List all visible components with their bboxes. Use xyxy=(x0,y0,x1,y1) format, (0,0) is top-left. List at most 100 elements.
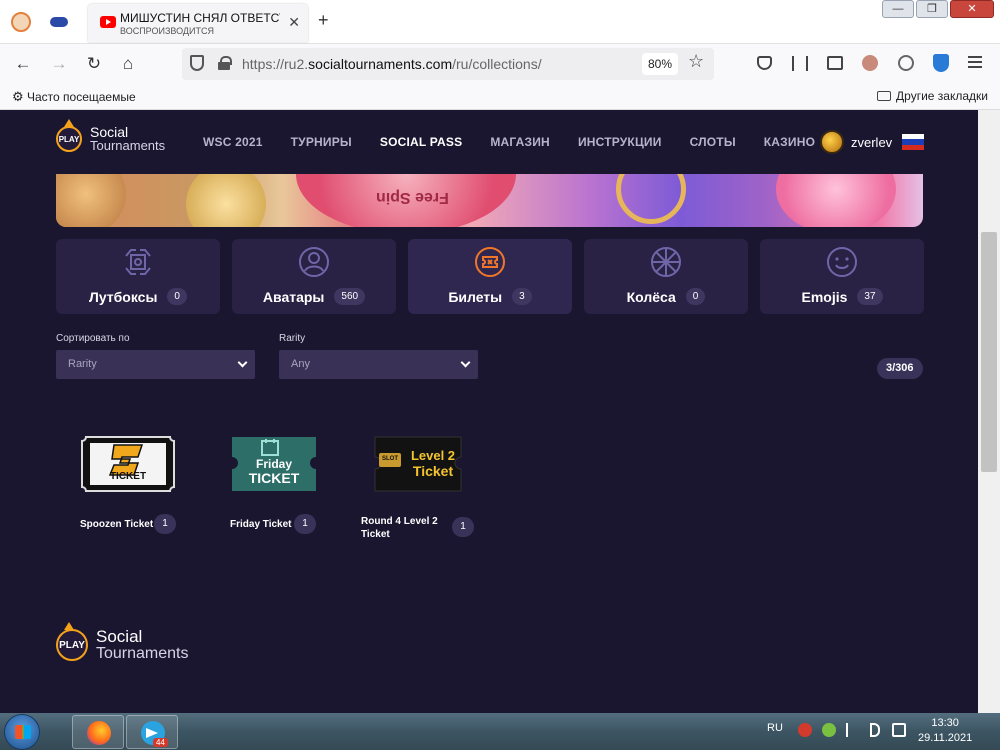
site-logo[interactable]: PLAY Social Tournaments xyxy=(56,119,166,153)
item-name: Spoozen Ticket xyxy=(80,519,154,530)
taskbar-clock[interactable]: 13:30 29.11.2021 xyxy=(918,716,972,746)
windows-taskbar: 44 RU 13:30 29.11.2021 xyxy=(0,713,1000,750)
close-window-button[interactable]: ✕ xyxy=(950,0,994,18)
back-icon[interactable]: ← xyxy=(12,53,34,75)
logo-text: Social Tournaments xyxy=(90,125,166,153)
item-count: 1 xyxy=(154,514,176,534)
taskbar-telegram[interactable]: 44 xyxy=(126,715,178,749)
taskbar-firefox[interactable] xyxy=(72,715,124,749)
lock-icon[interactable] xyxy=(218,56,232,70)
user-menu[interactable]: zverlev xyxy=(820,130,925,154)
logo-badge: PLAY xyxy=(56,119,82,152)
nav-instructions[interactable]: ИНСТРУКЦИИ xyxy=(578,135,662,149)
category-lootboxes[interactable]: Лутбоксы 0 xyxy=(56,239,220,314)
promo-banner: Free Spin xyxy=(56,174,923,227)
active-tab[interactable]: МИШУСТИН СНЯЛ ОТВЕТСТВЕ ВОСПРОИЗВОДИТСЯ … xyxy=(88,4,308,42)
nav-casino[interactable]: КАЗИНО xyxy=(764,135,815,149)
sidebar-icon[interactable] xyxy=(827,56,843,70)
category-label: Аватары xyxy=(262,288,325,305)
friday-ticket-art-text-2: TICKET xyxy=(248,470,300,486)
rarity-select[interactable]: Any xyxy=(279,350,478,379)
firefox-icon xyxy=(87,721,111,745)
category-footer: Лутбоксы 0 xyxy=(56,288,220,305)
bookmark-frequent-label: Часто посещаемые xyxy=(27,90,136,104)
avatar-icon xyxy=(299,247,329,277)
russia-flag-icon[interactable] xyxy=(902,134,925,150)
item-name: Friday Ticket xyxy=(230,519,292,530)
logo-line2: Tournaments xyxy=(96,645,189,662)
network-icon[interactable] xyxy=(892,723,906,737)
tray-app-icon[interactable] xyxy=(798,723,812,737)
bookmark-star-icon[interactable]: ☆ xyxy=(688,51,704,72)
pocket-icon[interactable] xyxy=(757,56,772,70)
nav-tournaments[interactable]: ТУРНИРЫ xyxy=(291,135,352,149)
ticket-icon xyxy=(475,247,505,277)
avatar xyxy=(820,130,844,154)
language-indicator[interactable]: RU xyxy=(767,722,783,734)
volume-icon[interactable] xyxy=(870,723,880,737)
chevron-down-icon xyxy=(460,357,471,368)
extension-icon[interactable] xyxy=(862,55,878,71)
vpn-shield-icon[interactable] xyxy=(933,54,949,72)
flag-icon[interactable] xyxy=(846,723,856,737)
nav-social-pass[interactable]: SOCIAL PASS xyxy=(380,135,462,149)
library-icon[interactable] xyxy=(792,56,808,71)
coin-image xyxy=(56,174,126,227)
home-icon[interactable]: ⌂ xyxy=(117,53,139,75)
level2-ticket-art-badge: SLOT xyxy=(382,456,398,462)
pinned-tab-1[interactable] xyxy=(6,8,36,36)
category-count: 0 xyxy=(167,288,187,305)
category-footer: Emojis 37 xyxy=(760,288,924,305)
page-scrollbar[interactable] xyxy=(978,110,1000,713)
category-label: Emojis xyxy=(801,288,848,305)
reload-icon[interactable]: ↻ xyxy=(83,53,105,75)
logo-line2: Tournaments xyxy=(90,138,166,153)
logo-badge: PLAY xyxy=(56,622,88,661)
coin-image xyxy=(616,174,686,224)
clock-time: 13:30 xyxy=(931,717,959,729)
category-footer: Колёса 0 xyxy=(584,288,748,305)
category-avatars[interactable]: Аватары 560 xyxy=(232,239,396,314)
banner-text: Free Spin xyxy=(376,189,449,206)
category-emojis[interactable]: Emojis 37 xyxy=(760,239,924,314)
globe-icon[interactable] xyxy=(898,55,914,71)
zoom-level-button[interactable]: 80% xyxy=(642,53,678,75)
nav-wsc-2021[interactable]: WSC 2021 xyxy=(203,135,263,149)
gear-icon: ⚙ xyxy=(12,89,24,104)
tray-app-icon[interactable] xyxy=(822,723,836,737)
folder-icon xyxy=(877,91,892,101)
friday-ticket-art-text: Friday xyxy=(255,457,292,471)
bookmark-frequent[interactable]: ⚙ Часто посещаемые xyxy=(12,89,136,105)
forward-icon[interactable]: → xyxy=(48,53,70,75)
bookmark-other-label: Другие закладки xyxy=(896,89,988,103)
pinned-tab-2[interactable] xyxy=(44,8,74,36)
tab-close-icon[interactable]: ✕ xyxy=(288,14,300,31)
page-content: PLAY Social Tournaments WSC 2021 ТУРНИРЫ… xyxy=(0,110,978,713)
main-nav: WSC 2021 ТУРНИРЫ SOCIAL PASS МАГАЗИН ИНС… xyxy=(203,135,815,149)
bookmark-other[interactable]: Другие закладки xyxy=(877,89,988,103)
logo-line1: Social xyxy=(96,627,143,646)
window-controls: — ❐ ✕ xyxy=(882,0,994,18)
maximize-button[interactable]: ❐ xyxy=(916,0,948,18)
address-bar[interactable]: https://ru2.socialtournaments.com/ru/col… xyxy=(182,48,714,80)
rarity-value: Any xyxy=(291,358,310,370)
site-header: PLAY Social Tournaments WSC 2021 ТУРНИРЫ… xyxy=(0,110,978,174)
menu-icon[interactable] xyxy=(968,56,982,68)
url-text[interactable]: https://ru2.socialtournaments.com/ru/col… xyxy=(242,56,542,72)
tracking-shield-icon[interactable] xyxy=(190,55,204,71)
lootbox-icon xyxy=(125,249,151,275)
start-button[interactable] xyxy=(4,714,40,750)
footer-logo[interactable]: PLAY Social Tournaments xyxy=(56,622,189,662)
new-tab-button[interactable]: + xyxy=(318,10,329,31)
collection-categories: Лутбоксы 0 Аватары 560 Билеты 3 Колёса 0 xyxy=(56,239,924,314)
minimize-button[interactable]: — xyxy=(882,0,914,18)
coin-image xyxy=(186,174,266,227)
category-tickets[interactable]: Билеты 3 xyxy=(408,239,572,314)
clock-date: 29.11.2021 xyxy=(918,732,973,744)
scrollbar-thumb[interactable] xyxy=(981,232,997,472)
nav-slots[interactable]: СЛОТЫ xyxy=(690,135,736,149)
category-wheels[interactable]: Колёса 0 xyxy=(584,239,748,314)
nav-shop[interactable]: МАГАЗИН xyxy=(490,135,550,149)
sort-select[interactable]: Rarity xyxy=(56,350,255,379)
chevron-down-icon xyxy=(237,357,248,368)
